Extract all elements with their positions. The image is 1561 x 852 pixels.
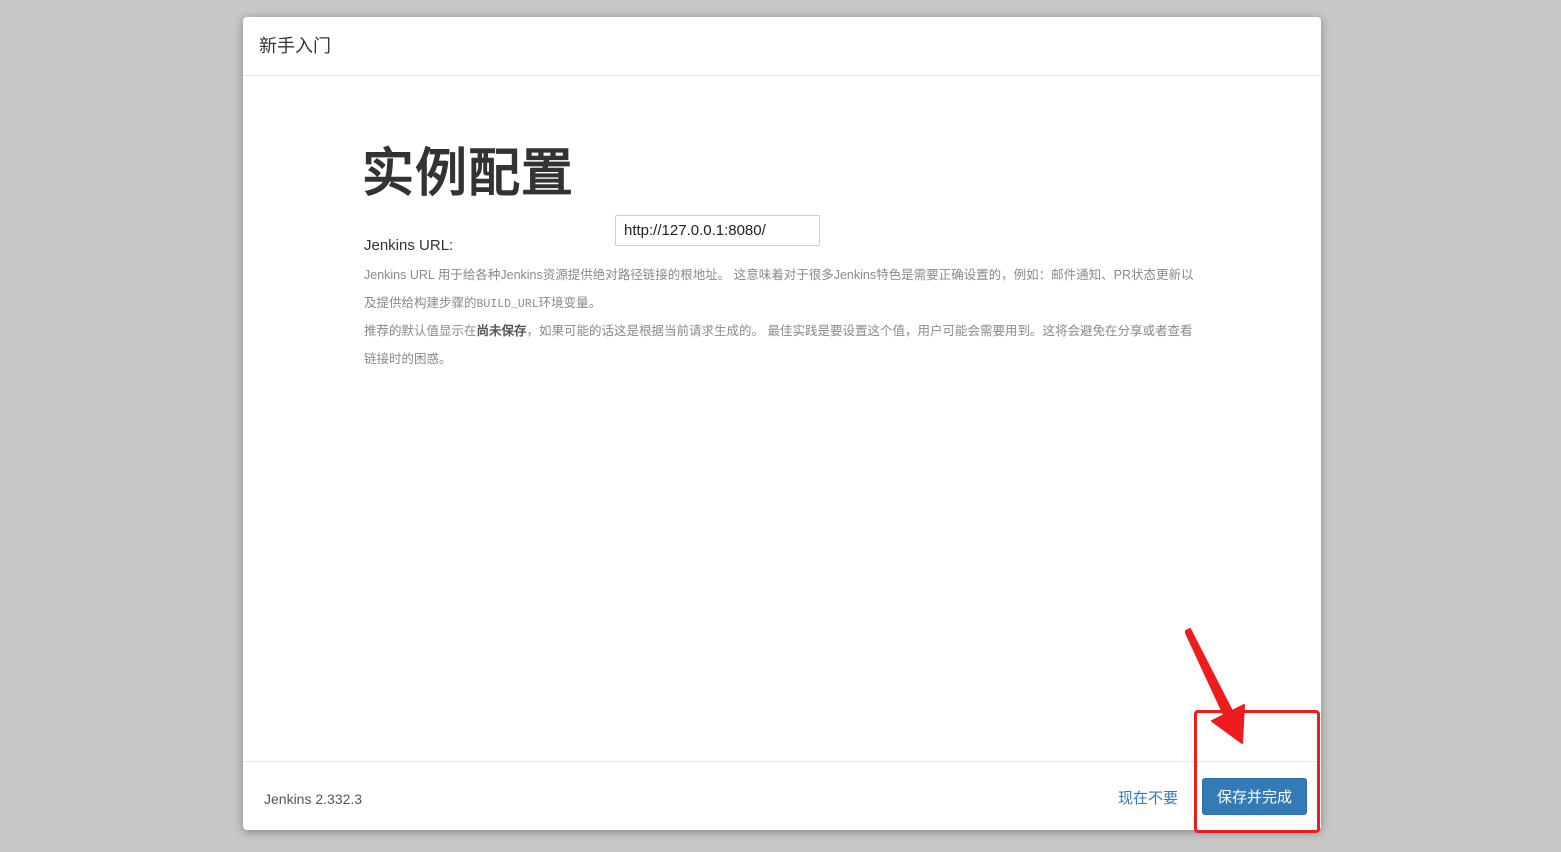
jenkins-url-label: Jenkins URL: <box>364 237 454 254</box>
dialog-title: 新手入门 <box>259 36 331 56</box>
help-line2-prefix: 推荐的默认值显示在 <box>364 324 477 338</box>
page-heading: 实例配置 <box>362 145 575 203</box>
setup-dialog: 新手入门 实例配置 Jenkins URL: Jenkins URL 用于给各种… <box>243 17 1321 830</box>
help-text: Jenkins URL 用于给各种Jenkins资源提供绝对路径链接的根地址。 … <box>364 262 1204 373</box>
build-url-code: BUILD_URL <box>476 297 539 311</box>
help-paragraph-1: Jenkins URL 用于给各种Jenkins资源提供绝对路径链接的根地址。 … <box>364 262 1204 318</box>
help-paragraph-2: 推荐的默认值显示在尚未保存，如果可能的话这是根据当前请求生成的。 最佳实践是要设… <box>364 318 1204 373</box>
skip-link[interactable]: 现在不要 <box>1118 787 1178 808</box>
help-line1-suffix: 环境变量。 <box>538 295 602 310</box>
version-label: Jenkins 2.332.3 <box>264 791 363 807</box>
jenkins-url-input[interactable] <box>615 215 820 246</box>
dialog-header: 新手入门 <box>243 17 1321 76</box>
help-line2-bold: 尚未保存 <box>476 324 527 338</box>
dialog-body: 实例配置 Jenkins URL: Jenkins URL 用于给各种Jenki… <box>243 76 1321 761</box>
save-and-finish-button[interactable]: 保存并完成 <box>1202 778 1307 815</box>
dialog-footer: Jenkins 2.332.3 现在不要 保存并完成 <box>243 761 1321 830</box>
